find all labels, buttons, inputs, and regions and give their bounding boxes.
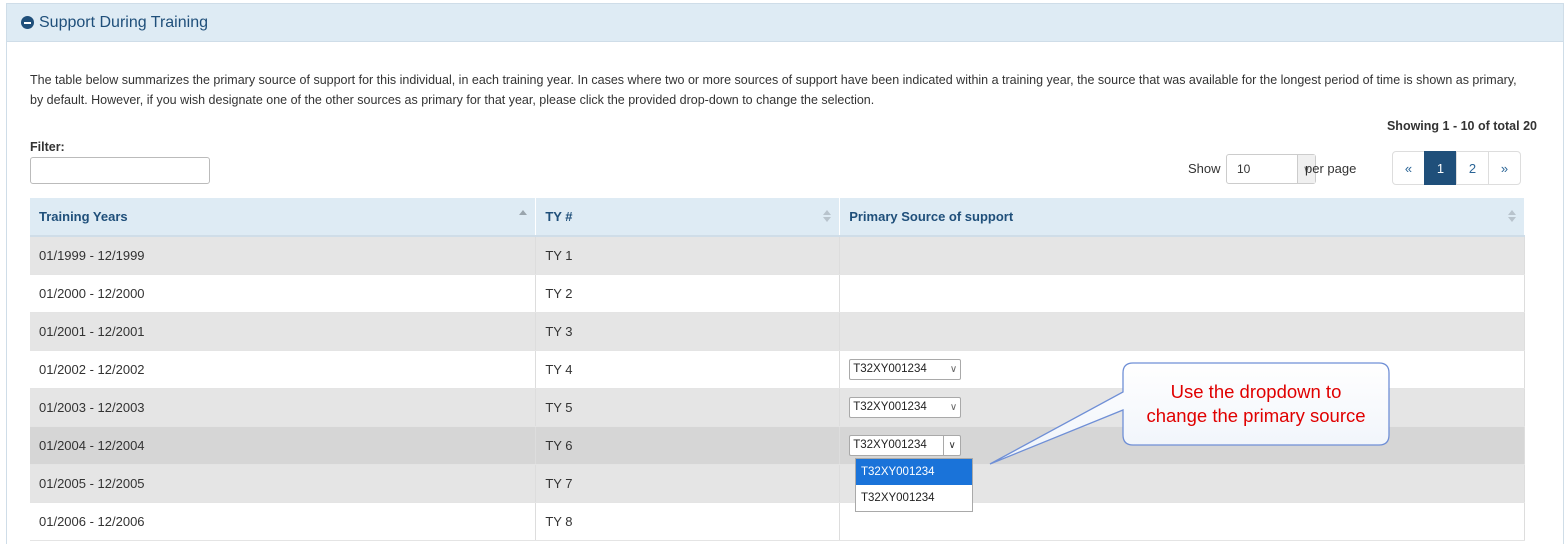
- callout-text: Use the dropdown to change the primary s…: [1124, 380, 1388, 428]
- callout-line-1: Use the dropdown to: [1170, 381, 1342, 402]
- callout-bubble: [989, 362, 1390, 465]
- callout-line-2: change the primary source: [1146, 405, 1366, 426]
